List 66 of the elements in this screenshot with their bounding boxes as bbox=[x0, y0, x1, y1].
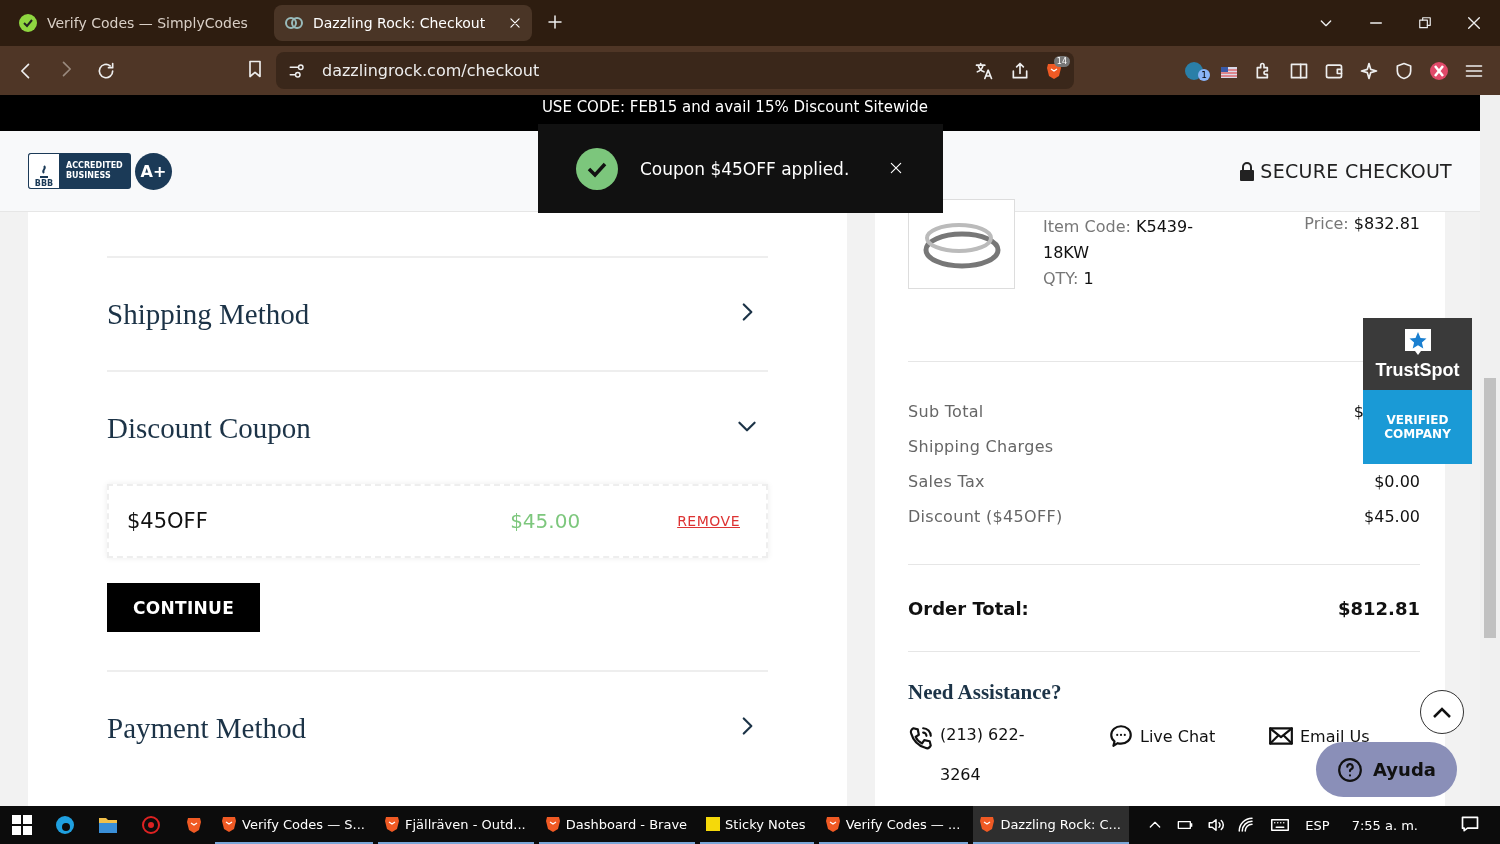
share-icon[interactable] bbox=[1010, 60, 1030, 81]
plus-icon[interactable] bbox=[546, 12, 564, 31]
promo-banner-text: USE CODE: FEB15 and avail 15% Discount Sitewide bbox=[541, 98, 929, 116]
coupon-amount: $45.00 bbox=[510, 509, 582, 533]
taskbar-app-button[interactable]: Fjällräven - Outd... bbox=[378, 806, 534, 844]
url-field[interactable]: dazzlingrock.com/checkout bbox=[322, 61, 958, 80]
summary-label: Sub Total bbox=[908, 402, 984, 421]
summary-label: Sales Tax bbox=[908, 472, 985, 491]
windows-start-icon[interactable] bbox=[11, 815, 32, 835]
taskbar-app-button[interactable]: Dazzling Rock: C... bbox=[973, 806, 1129, 844]
assistance-heading: Need Assistance? bbox=[908, 680, 1063, 705]
phone-link[interactable]: (213) 622-3264 bbox=[940, 715, 1060, 795]
taskbar-app-button[interactable]: Sticky Notes bbox=[700, 806, 814, 844]
item-price: Price: $832.81 bbox=[1304, 213, 1420, 235]
close-icon[interactable] bbox=[1466, 15, 1482, 31]
live-chat-link[interactable]: Live Chat bbox=[1140, 726, 1216, 746]
shield-icon[interactable] bbox=[1394, 60, 1414, 81]
coupon-code: $45OFF bbox=[127, 509, 209, 533]
order-total-label: Order Total: bbox=[908, 597, 1029, 619]
clock[interactable]: 7:55 a. m. bbox=[1351, 817, 1418, 833]
browser-tab[interactable]: Verify Codes — SimplyCodes bbox=[8, 5, 266, 41]
section-title[interactable]: Shipping Method bbox=[107, 297, 310, 331]
browser-tab[interactable]: Dazzling Rock: Checkout bbox=[274, 5, 532, 41]
profile-icon[interactable] bbox=[1429, 60, 1449, 81]
summary-label: Shipping Charges bbox=[908, 437, 1054, 456]
lock-icon bbox=[1239, 161, 1256, 181]
chat-bubble-icon bbox=[1108, 723, 1134, 749]
restore-icon[interactable] bbox=[1418, 16, 1432, 30]
toast-message: Coupon $45OFF applied. bbox=[640, 158, 850, 179]
bbb-accredited-logo: BBB ACCREDITED BUSINESS A+ bbox=[28, 152, 172, 190]
summary-label: Discount ($45OFF) bbox=[908, 507, 1063, 526]
linked-rings-favicon bbox=[284, 16, 304, 30]
speaker-icon[interactable] bbox=[1207, 816, 1226, 834]
taskbar-app-button[interactable]: Verify Codes — S... bbox=[215, 806, 373, 844]
sparkle-icon[interactable] bbox=[1359, 60, 1379, 81]
folder-icon[interactable] bbox=[97, 816, 118, 834]
sticky-note-icon bbox=[706, 817, 721, 831]
section-title[interactable]: Payment Method bbox=[107, 711, 306, 745]
close-icon[interactable] bbox=[889, 160, 904, 175]
summary-value: $ bbox=[1353, 402, 1364, 421]
scrollbar-thumb[interactable] bbox=[1484, 378, 1496, 638]
remove-link[interactable]: REMOVE bbox=[677, 513, 740, 529]
taskbar-app-button[interactable]: Verify Codes — ... bbox=[818, 806, 969, 844]
help-button[interactable]: Ayuda bbox=[1316, 742, 1457, 797]
checkmark-circle-favicon bbox=[18, 13, 38, 33]
summary-value: $0.00 bbox=[1374, 472, 1420, 491]
item-quantity: QTY: 1 bbox=[1043, 268, 1095, 290]
check-circle-icon bbox=[576, 147, 618, 190]
help-circle-icon bbox=[1337, 756, 1364, 783]
secure-checkout-label: SECURE CHECKOUT bbox=[1260, 160, 1452, 182]
shields-count-badge: 14 bbox=[1053, 55, 1070, 67]
site-settings-icon[interactable] bbox=[288, 61, 306, 80]
chevron-up-icon bbox=[1433, 706, 1451, 718]
section-title[interactable]: Discount Coupon bbox=[107, 411, 311, 445]
order-total-value: $812.81 bbox=[1338, 597, 1420, 619]
language-indicator[interactable]: ESP bbox=[1305, 817, 1330, 833]
continue-button[interactable]: CONTINUE bbox=[107, 583, 261, 632]
reload-icon[interactable] bbox=[96, 60, 116, 81]
target-icon[interactable] bbox=[140, 815, 161, 835]
item-code: Item Code: K5439-18KW bbox=[1043, 216, 1194, 264]
translate-icon[interactable] bbox=[974, 60, 994, 81]
summary-value: $45.00 bbox=[1364, 507, 1420, 526]
phone-icon bbox=[908, 725, 934, 751]
close-icon bbox=[508, 16, 522, 30]
wifi-icon[interactable] bbox=[1237, 816, 1256, 834]
taskbar-app-button[interactable]: Dashboard - Brave bbox=[538, 806, 696, 844]
